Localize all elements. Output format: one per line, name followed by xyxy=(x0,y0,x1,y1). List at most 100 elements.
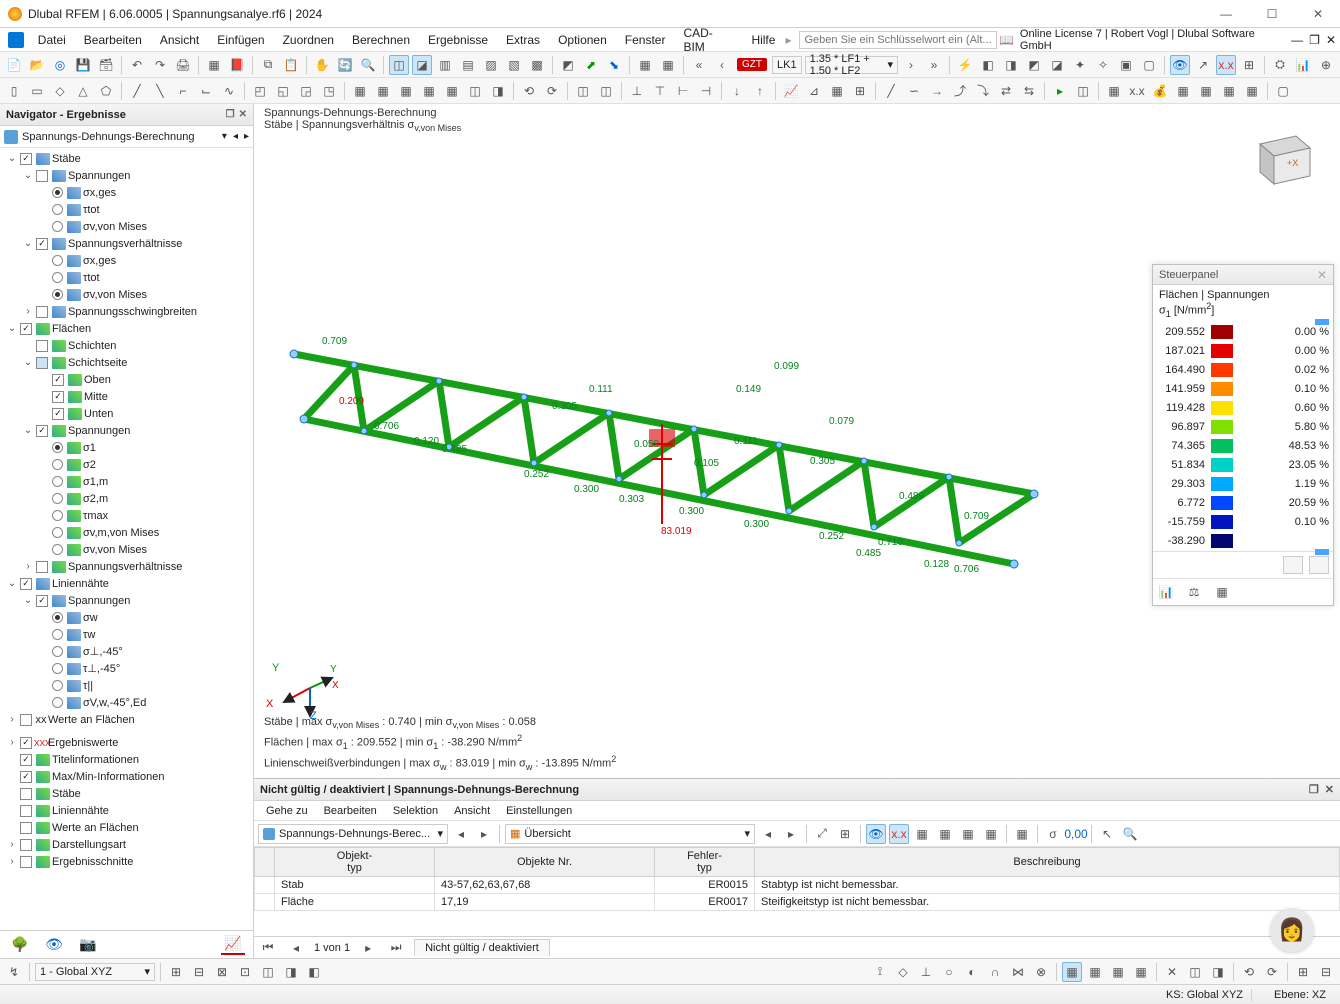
pager-tab[interactable]: Nicht gültig / deaktiviert xyxy=(414,939,550,956)
bp-tool-l-icon[interactable]: ↖ xyxy=(1097,824,1117,844)
t2-ah-icon[interactable]: ⊞ xyxy=(850,81,870,101)
pager-next-icon[interactable]: ▸ xyxy=(358,938,378,958)
save-icon[interactable]: 💾 xyxy=(73,55,93,75)
node-oben[interactable]: ✓Oben xyxy=(2,371,253,388)
tool-aa-icon[interactable]: 📊 xyxy=(1293,55,1313,75)
t2-ak-icon[interactable]: → xyxy=(927,81,947,101)
t2-ay-icon[interactable]: ▢ xyxy=(1273,81,1293,101)
t2-al-icon[interactable]: ⤴ xyxy=(950,81,970,101)
bp-tool-d-icon[interactable]: x.x xyxy=(889,824,909,844)
menu-einfuegen[interactable]: Einfügen xyxy=(209,30,272,50)
node-mitte[interactable]: ✓Mitte xyxy=(2,388,253,405)
bp-tool-h-icon[interactable]: ▦ xyxy=(981,824,1001,844)
st-p-icon[interactable]: ⊗ xyxy=(1031,962,1051,982)
steuer-btn1[interactable] xyxy=(1283,556,1303,574)
tool-y-icon[interactable]: ⊞ xyxy=(1239,55,1259,75)
view-cube[interactable]: +X xyxy=(1240,124,1320,194)
bp-next-icon[interactable]: ▸ xyxy=(474,824,494,844)
open-icon[interactable]: 📂 xyxy=(27,55,47,75)
viewport-3d[interactable]: Spannungs-Dehnungs-Berechnung Stäbe | Sp… xyxy=(254,104,1340,778)
nav-last-icon[interactable]: » xyxy=(924,55,944,75)
navigator-tree[interactable]: ⌄✓Stäbe ⌄Spannungen σx,ges τtot σv,von M… xyxy=(0,148,253,930)
rotate-icon[interactable]: 🔄 xyxy=(335,55,355,75)
node-tau-w[interactable]: τw xyxy=(2,626,253,643)
t2-i-icon[interactable]: ⌙ xyxy=(196,81,216,101)
st-l-icon[interactable]: ○ xyxy=(939,962,959,982)
st-w-icon[interactable]: ◨ xyxy=(1208,962,1228,982)
st-j-icon[interactable]: ◇ xyxy=(893,962,913,982)
bottom-close-icon[interactable]: ✕ xyxy=(1325,783,1334,796)
bp-tool-a-icon[interactable]: ⤢ xyxy=(812,824,832,844)
tool-d-icon[interactable]: ▤ xyxy=(458,55,478,75)
st-b-icon[interactable]: ⊞ xyxy=(166,962,186,982)
t2-m-icon[interactable]: ◲ xyxy=(296,81,316,101)
bp-tool-i-icon[interactable]: ▦ xyxy=(1012,824,1032,844)
bp-prev-icon[interactable]: ◂ xyxy=(451,824,471,844)
menu-berechnen[interactable]: Berechnen xyxy=(344,30,418,50)
lc-combo2[interactable]: 1.35 * LF1 + 1.50 * LF2▾ xyxy=(805,56,898,74)
search-input[interactable] xyxy=(799,31,996,49)
t2-v-icon[interactable]: ⟲ xyxy=(519,81,539,101)
node-spannungen-1[interactable]: ⌄Spannungen xyxy=(2,167,253,184)
coord-combo[interactable]: 1 - Global XYZ▾ xyxy=(35,963,155,981)
st-d-icon[interactable]: ⊠ xyxy=(212,962,232,982)
t2-n-icon[interactable]: ◳ xyxy=(319,81,339,101)
undo-icon[interactable]: ↶ xyxy=(127,55,147,75)
navtab-tree-icon[interactable]: 🌳 xyxy=(8,935,32,955)
tool-t-icon[interactable]: ▣ xyxy=(1116,55,1136,75)
pager-prev-icon[interactable]: ◂ xyxy=(286,938,306,958)
menu-cadbim[interactable]: CAD-BIM xyxy=(675,23,741,57)
st-e-icon[interactable]: ⊡ xyxy=(235,962,255,982)
navtab-camera-icon[interactable]: 📷 xyxy=(76,935,100,955)
node-tau-tot-1[interactable]: τtot xyxy=(2,201,253,218)
tool-q-icon[interactable]: ◪ xyxy=(1047,55,1067,75)
bp-menu-bearbeiten[interactable]: Bearbeiten xyxy=(316,803,385,819)
mdi-minimize[interactable]: — xyxy=(1291,33,1303,47)
t2-ar-icon[interactable]: ▦ xyxy=(1104,81,1124,101)
tool-ab-icon[interactable]: ⊕ xyxy=(1316,55,1336,75)
steuer-tab3-icon[interactable]: ▦ xyxy=(1212,582,1232,602)
node-spannungsverh-2[interactable]: ›Spannungsverhältnisse xyxy=(2,558,253,575)
close-button[interactable]: ✕ xyxy=(1304,7,1332,21)
assistant-avatar[interactable]: 👩 xyxy=(1270,908,1314,952)
node-tau-tot-2[interactable]: τtot xyxy=(2,269,253,286)
t2-ao-icon[interactable]: ⇆ xyxy=(1019,81,1039,101)
t2-b-icon[interactable]: ▭ xyxy=(27,81,47,101)
panel-close-icon[interactable]: ✕ xyxy=(239,109,247,120)
menu-datei[interactable]: Datei xyxy=(30,30,74,50)
st-i-icon[interactable]: ⟟ xyxy=(870,962,890,982)
node-sigma1[interactable]: σ1 xyxy=(2,439,253,456)
st-k-icon[interactable]: ⊥ xyxy=(916,962,936,982)
minimize-button[interactable]: — xyxy=(1212,7,1240,21)
steuer-tab1-icon[interactable]: 📊 xyxy=(1156,582,1176,602)
st-t-icon[interactable]: ▦ xyxy=(1131,962,1151,982)
pager-first-icon[interactable]: ⏮ xyxy=(258,938,278,958)
bp-prev2-icon[interactable]: ◂ xyxy=(758,824,778,844)
node-sigma-w[interactable]: σw xyxy=(2,609,253,626)
navigator-dropdown[interactable]: Spannungs-Dehnungs-Berechnung ▾◂▸ xyxy=(0,126,253,148)
t2-d-icon[interactable]: △ xyxy=(73,81,93,101)
node-sigma-xges-1[interactable]: σx,ges xyxy=(2,184,253,201)
node-ergebniswerte[interactable]: ›✓xxxErgebniswerte xyxy=(2,734,253,751)
t2-as-icon[interactable]: x.x xyxy=(1127,81,1147,101)
t2-y-icon[interactable]: ◫ xyxy=(596,81,616,101)
node-liniennaehte[interactable]: ⌄✓Liniennähte xyxy=(2,575,253,592)
t2-k-icon[interactable]: ◰ xyxy=(250,81,270,101)
saveall-icon[interactable]: 🗃 xyxy=(96,55,116,75)
node-schichten[interactable]: Schichten xyxy=(2,337,253,354)
t2-j-icon[interactable]: ∿ xyxy=(219,81,239,101)
t2-t-icon[interactable]: ◫ xyxy=(465,81,485,101)
bp-tool-j-icon[interactable]: σ xyxy=(1043,824,1063,844)
st-aa-icon[interactable]: ⊟ xyxy=(1316,962,1336,982)
t2-ap-icon[interactable]: ▸ xyxy=(1050,81,1070,101)
st-o-icon[interactable]: ⋈ xyxy=(1008,962,1028,982)
t2-e-icon[interactable]: ⬠ xyxy=(96,81,116,101)
t2-ag-icon[interactable]: ▦ xyxy=(827,81,847,101)
t2-a-icon[interactable]: ▯ xyxy=(4,81,24,101)
node-staebe2[interactable]: Stäbe xyxy=(2,785,253,802)
t2-aj-icon[interactable]: ∽ xyxy=(904,81,924,101)
t2-f-icon[interactable]: ╱ xyxy=(127,81,147,101)
tool-e-icon[interactable]: ▨ xyxy=(481,55,501,75)
menu-fenster[interactable]: Fenster xyxy=(617,30,674,50)
tool-u-icon[interactable]: ▢ xyxy=(1139,55,1159,75)
